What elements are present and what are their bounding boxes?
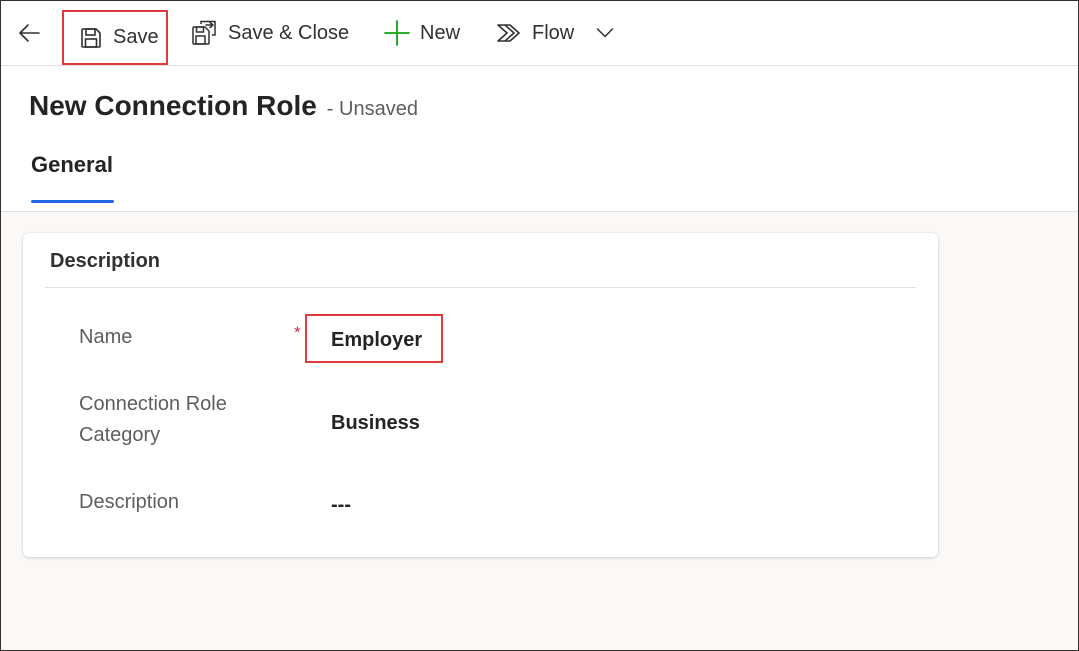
description-field[interactable]: --- [331,494,351,517]
page-title: New Connection Role [29,90,317,121]
plus-icon [384,20,410,46]
floppy-disk-icon [80,27,102,49]
app-window: Save Save & Close New Flow New Connectio… [0,0,1079,651]
flow-icon [496,22,522,44]
save-status: - Unsaved [326,98,418,120]
connection-role-category-field[interactable]: Business [331,412,420,435]
name-field[interactable]: Employer [331,329,422,352]
new-label: New [420,21,461,44]
tab-selected-indicator [31,200,114,203]
chevron-down-icon [596,27,614,39]
flow-button[interactable]: Flow [496,1,574,65]
description-section: Description Name * Employer Connection R… [23,233,938,557]
name-label: Name [79,326,133,348]
flow-label: Flow [532,21,575,44]
new-button[interactable]: New [384,1,460,65]
save-and-close-label: Save & Close [228,21,350,44]
form-header: New Connection Role - Unsaved General [1,66,1078,212]
save-and-close-button[interactable]: Save & Close [191,1,349,65]
tab-general[interactable]: General [31,152,113,178]
flow-menu-button[interactable] [596,1,614,65]
section-divider [45,287,916,288]
save-button[interactable]: Save [62,10,168,65]
connection-role-category-label: Connection Role Category [79,393,227,446]
save-label: Save [113,26,159,48]
back-button[interactable] [17,1,43,65]
description-label: Description [79,491,180,513]
section-title: Description [50,250,161,272]
arrow-left-icon [17,21,41,45]
save-close-icon [191,20,217,46]
command-bar: Save Save & Close New Flow [1,1,1078,66]
title-row: New Connection Role - Unsaved [29,90,418,122]
required-indicator: * [294,323,301,342]
